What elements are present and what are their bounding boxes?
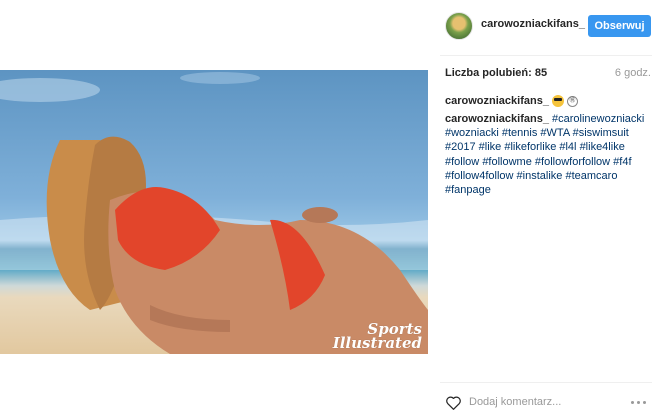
hashtag-link[interactable]: #teamcaro [565,170,617,182]
heart-icon[interactable] [445,395,462,410]
hashtag-link[interactable]: #follow4follow [445,170,513,182]
comment-input[interactable] [469,395,589,409]
hashtag-link[interactable]: #fanpage [445,184,491,196]
hashtag-link[interactable]: #follow [445,156,479,168]
divider [440,382,652,383]
hashtag-link[interactable]: #like4like [580,141,625,153]
photo-illustration [0,72,428,354]
caption-username[interactable]: carowozniackifans_ [445,95,549,107]
comment-username[interactable]: carowozniackifans_ [445,113,549,125]
hashtag-link[interactable]: #tennis [502,127,537,139]
post-photo[interactable]: Sports Illustrated [0,70,428,354]
hashtag-link[interactable]: #f4f [613,156,631,168]
hashtag-link[interactable]: #followme [482,156,532,168]
sunglasses-emoji-icon [551,95,564,107]
symbol-emoji-icon: ㊗ [566,95,578,107]
sports-illustrated-logo: Sports Illustrated [332,320,422,352]
instagram-post: Sports Illustrated carowozniackifans_ Ob… [0,0,664,420]
caption: carowozniackifans_ ㊗ [445,95,578,107]
hashtag-link[interactable]: #carolinewozniacki [552,113,644,125]
post-timestamp[interactable]: 6 godz. [615,67,651,79]
hashtag-link[interactable]: #WTA [540,127,569,139]
hashtag-link[interactable]: #l4l [559,141,576,153]
avatar[interactable] [445,12,473,40]
divider [440,55,652,56]
hashtag-link[interactable]: #followforfollow [535,156,610,168]
hashtag-link[interactable]: #2017 [445,141,476,153]
post-header: carowozniackifans_ Obserwuj [428,0,664,52]
hashtag-link[interactable]: #like [479,141,502,153]
header-username[interactable]: carowozniackifans_ [481,18,585,30]
likes-count[interactable]: Liczba polubień: 85 [445,67,547,79]
comment-text: carowozniackifans_ #carolinewozniacki #w… [445,112,657,197]
hashtag-link[interactable]: #wozniacki [445,127,499,139]
more-options-icon[interactable] [631,395,651,409]
follow-button[interactable]: Obserwuj [588,15,651,37]
hashtag-link[interactable]: #instalike [517,170,563,182]
hashtag-list: #carolinewozniacki #wozniacki #tennis #W… [445,113,644,196]
hashtag-link[interactable]: #siswimsuit [573,127,629,139]
hashtag-link[interactable]: #likeforlike [504,141,556,153]
